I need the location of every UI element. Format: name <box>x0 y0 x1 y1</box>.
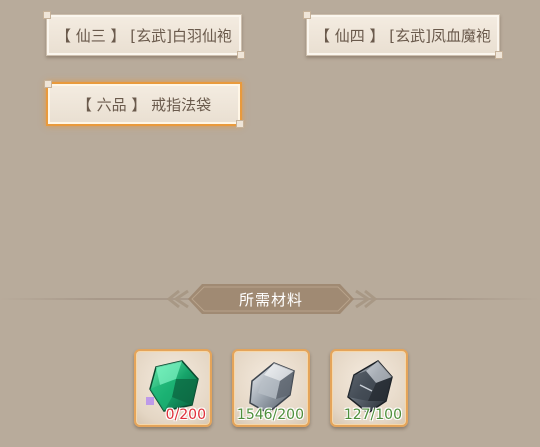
recipe-card-label: 【 六品 】 戒指法袋 <box>76 95 212 114</box>
materials-title: 所需材料 <box>238 290 303 309</box>
material-slot-green-gem[interactable]: 0/200 <box>134 349 212 427</box>
recipe-card-liupin-ring-bag[interactable]: 【 六品 】 戒指法袋 <box>44 80 244 128</box>
recipe-card-label: 【 仙四 】 [玄武]凤血魔袍 <box>314 26 491 45</box>
material-slot-silver-ore[interactable]: 1546/200 <box>232 349 310 427</box>
recipe-card-xian4-fengxue-robe[interactable]: 【 仙四 】 [玄武]凤血魔袍 <box>303 11 503 59</box>
ornament-left-icon <box>166 289 189 309</box>
material-count: 127/100 <box>343 407 402 423</box>
material-slot-dark-ore[interactable]: 127/100 <box>330 349 408 427</box>
material-count: 1546/200 <box>236 407 304 423</box>
recipe-card-label: 【 仙三 】 [玄武]白羽仙袍 <box>55 26 232 45</box>
recipe-card-xian3-baiyu-robe[interactable]: 【 仙三 】 [玄武]白羽仙袍 <box>43 11 245 59</box>
materials-title-banner: 所需材料 <box>188 284 354 314</box>
material-count: 0/200 <box>165 407 206 423</box>
ornament-right-icon <box>355 289 378 309</box>
